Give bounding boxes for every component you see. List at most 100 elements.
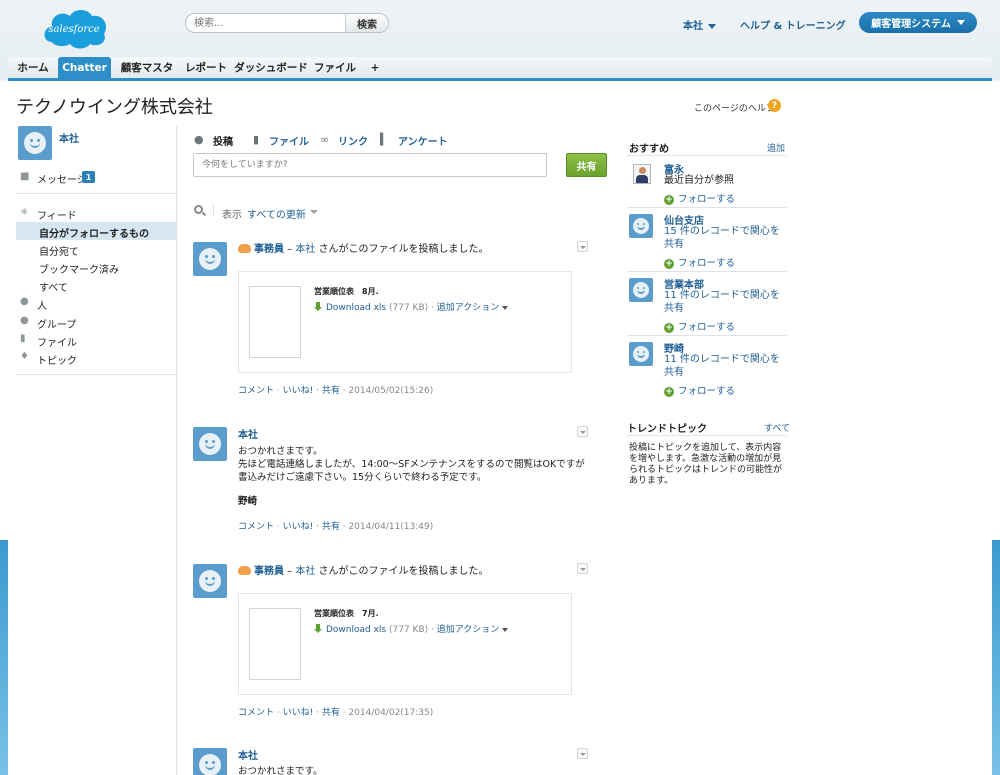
- share-link[interactable]: 共有: [322, 708, 340, 718]
- sidebar-item-following[interactable]: 自分がフォローするもの: [39, 225, 149, 240]
- post-separator: –: [284, 244, 296, 255]
- share-button[interactable]: 共有: [566, 153, 607, 177]
- avatar[interactable]: [193, 242, 227, 276]
- recommendation-desc-line: 11 件のレコードで関心を: [664, 290, 780, 301]
- publisher-input[interactable]: [193, 153, 547, 177]
- post-body: おつかれさまです。 先ほど電話連絡しましたが、14:00～SFメンテナンスをする…: [238, 445, 585, 508]
- tab-dashboards[interactable]: ダッシュボード: [234, 57, 308, 78]
- post-icon: ●: [194, 133, 204, 146]
- share-link[interactable]: 共有: [322, 522, 340, 532]
- publisher-poll-tab[interactable]: アンケート: [398, 133, 448, 148]
- help-icon[interactable]: ?: [768, 99, 781, 112]
- sidebar-item-to-me[interactable]: 自分宛て: [39, 243, 79, 258]
- tab-chatter[interactable]: Chatter: [58, 57, 111, 78]
- file-size: (777 KB): [386, 303, 429, 313]
- comment-link[interactable]: コメント: [238, 386, 274, 396]
- user-menu[interactable]: 本社: [683, 17, 716, 32]
- more-actions-link[interactable]: 追加アクション: [437, 625, 500, 635]
- avatar[interactable]: [193, 748, 227, 775]
- post-actor-link[interactable]: 事務員: [254, 244, 284, 255]
- file-icon: ▮: [20, 333, 26, 344]
- post-menu-button[interactable]: [577, 426, 588, 437]
- follow-label: フォローする: [678, 322, 736, 333]
- sidebar-item-feed[interactable]: フィード: [37, 207, 77, 222]
- recommendation-desc[interactable]: 11 件のレコードで関心を 共有: [664, 353, 780, 379]
- sidebar-item-files[interactable]: ファイル: [37, 334, 77, 349]
- page-help-link[interactable]: このページのヘルプ: [694, 101, 775, 114]
- publisher-file-tab[interactable]: ファイル: [269, 133, 309, 148]
- publisher-post-tab[interactable]: 投稿: [213, 133, 233, 148]
- tab-customer-master[interactable]: 顧客マスタ: [116, 57, 178, 78]
- chevron-down-icon[interactable]: [502, 305, 509, 310]
- filter-select[interactable]: すべての更新: [247, 206, 306, 221]
- avatar[interactable]: [18, 126, 52, 160]
- file-thumbnail[interactable]: [249, 286, 301, 358]
- sidebar-item-people[interactable]: 人: [37, 297, 47, 312]
- divider: [16, 193, 176, 194]
- like-link[interactable]: いいね!: [283, 522, 314, 532]
- recommendation-desc[interactable]: 11 件のレコードで関心を 共有: [664, 289, 780, 315]
- follow-button[interactable]: + フォローする: [664, 383, 735, 397]
- follow-button[interactable]: + フォローする: [664, 191, 735, 205]
- file-thumbnail[interactable]: [249, 608, 301, 680]
- divider: [627, 155, 787, 156]
- help-training-link[interactable]: ヘルプ & トレーニング: [740, 17, 846, 32]
- sidebar-item-all[interactable]: すべて: [39, 279, 68, 294]
- sidebar-item-groups[interactable]: グループ: [37, 316, 76, 331]
- post-actor-link[interactable]: 事務員: [254, 566, 284, 577]
- share-link[interactable]: 共有: [322, 386, 340, 396]
- feed-icon: ✳: [20, 207, 29, 218]
- salesforce-logo[interactable]: salesforce: [40, 4, 110, 50]
- publisher-link-tab[interactable]: リンク: [338, 133, 368, 148]
- comment-link[interactable]: コメント: [238, 708, 274, 718]
- avatar[interactable]: [193, 427, 227, 461]
- message-count-badge: 1: [82, 171, 95, 183]
- tab-files[interactable]: ファイル: [312, 57, 358, 78]
- chevron-down-icon: [708, 23, 716, 29]
- post-menu-button[interactable]: [577, 241, 588, 252]
- like-link[interactable]: いいね!: [283, 708, 314, 718]
- post-menu-button[interactable]: [577, 563, 588, 574]
- poll-icon: ▍: [380, 133, 389, 146]
- user-name-link[interactable]: 本社: [59, 130, 79, 145]
- follow-button[interactable]: + フォローする: [664, 255, 735, 269]
- sidebar-item-messages[interactable]: メッセージ: [37, 171, 87, 186]
- avatar[interactable]: [629, 342, 653, 366]
- follow-button[interactable]: + フォローする: [664, 319, 735, 333]
- avatar[interactable]: [193, 564, 227, 598]
- comment-link[interactable]: コメント: [238, 522, 274, 532]
- app-switcher[interactable]: 顧客管理システム: [859, 12, 977, 33]
- post-author-link[interactable]: 本社: [238, 430, 258, 441]
- recommendation-desc[interactable]: 15 件のレコードで関心を 共有: [664, 225, 780, 251]
- person-photo-icon[interactable]: [633, 164, 651, 184]
- tab-add-plus[interactable]: +: [364, 57, 386, 78]
- recommendations-add-link[interactable]: 追加: [767, 141, 785, 154]
- avatar[interactable]: [629, 278, 653, 302]
- plus-icon: +: [664, 195, 674, 205]
- post-actions: コメント · いいね! · 共有 · 2014/05/02(15:26): [238, 386, 434, 396]
- post-actions: コメント · いいね! · 共有 · 2014/04/11(13:49): [238, 522, 434, 532]
- search-icon[interactable]: [194, 205, 203, 214]
- chevron-down-icon[interactable]: [310, 210, 318, 214]
- post-menu-button[interactable]: [577, 748, 588, 759]
- avatar[interactable]: [629, 214, 653, 238]
- chevron-down-icon[interactable]: [502, 627, 509, 632]
- search-button[interactable]: 検索: [345, 14, 388, 32]
- post-target-link[interactable]: 本社: [295, 566, 315, 577]
- group-icon: ●: [20, 315, 29, 326]
- post-target-link[interactable]: 本社: [295, 244, 315, 255]
- filter-label: 表示: [222, 210, 242, 221]
- tab-home[interactable]: ホーム: [12, 57, 54, 78]
- more-actions-link[interactable]: 追加アクション: [437, 303, 500, 313]
- download-link[interactable]: Download xls: [326, 625, 386, 635]
- post-author-link[interactable]: 本社: [238, 751, 258, 762]
- download-link[interactable]: Download xls: [326, 303, 386, 313]
- file-attachment: 営業順位表 8月. Download xls (777 KB) · 追加アクショ…: [238, 271, 572, 373]
- trending-all-link[interactable]: すべて: [764, 421, 790, 434]
- like-link[interactable]: いいね!: [283, 386, 314, 396]
- sidebar-item-topics[interactable]: トピック: [37, 352, 77, 367]
- sidebar-item-bookmarked[interactable]: ブックマーク済み: [39, 261, 119, 276]
- search-input[interactable]: [186, 14, 346, 32]
- post-message: さんがこのファイルを投稿しました。: [315, 566, 489, 577]
- tab-reports[interactable]: レポート: [182, 57, 230, 78]
